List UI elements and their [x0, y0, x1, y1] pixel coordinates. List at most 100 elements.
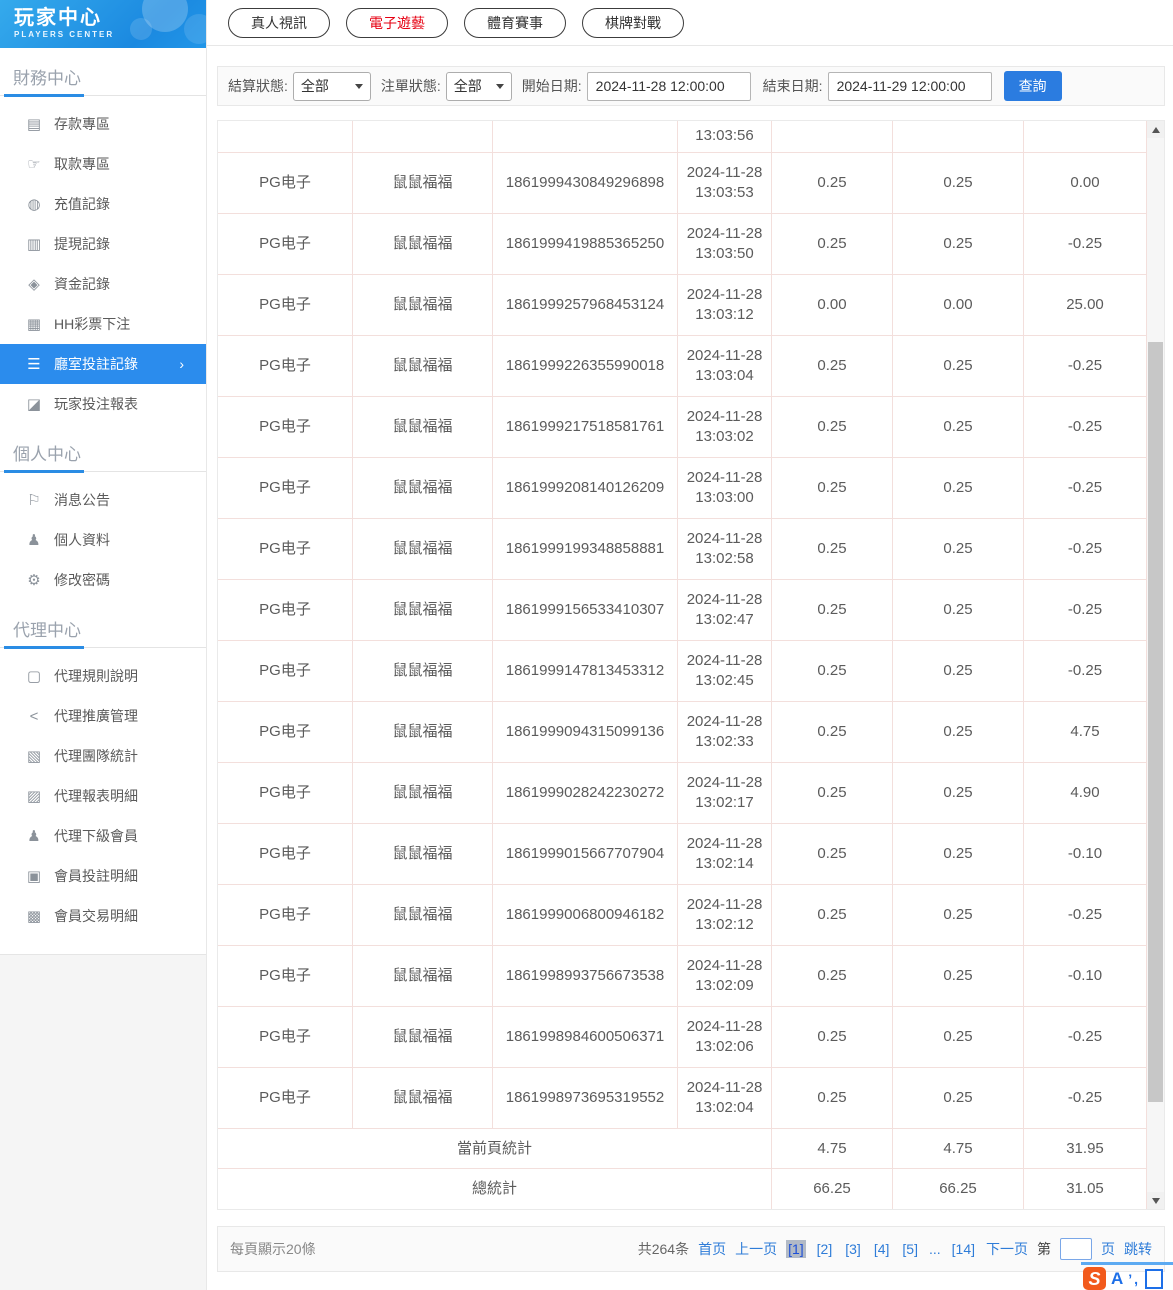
bet-time: 13:03:00: [695, 489, 754, 506]
report-detail-icon: ▨: [26, 788, 42, 805]
cell-platform: PG电子: [218, 702, 353, 763]
sidebar-item-recharge-record[interactable]: ◍ 充值記錄: [0, 184, 206, 224]
cell-profit: 4.90: [1024, 763, 1147, 824]
order-status-select[interactable]: 全部: [445, 71, 512, 101]
sidebar-item-player-bet-report[interactable]: ◪ 玩家投注報表: [0, 384, 206, 424]
sogou-ime-icon[interactable]: S: [1083, 1267, 1106, 1290]
tab-棋牌對戰[interactable]: 棋牌對戰: [582, 7, 684, 38]
cell-order-number: 1861998993756673538: [493, 946, 678, 1007]
page-jump-input[interactable]: [1060, 1238, 1092, 1260]
bell-icon: ⚐: [27, 492, 41, 509]
sidebar-item-lottery-bet[interactable]: ▦ HH彩票下注: [0, 304, 206, 344]
table-scrollbar[interactable]: [1147, 121, 1164, 1209]
sidebar-item-label: 代理下級會員: [54, 828, 138, 844]
cell-time: 2024-11-28 13:02:58: [678, 519, 772, 580]
sidebar-item-gear[interactable]: ⚙ 修改密碼: [0, 560, 206, 600]
triangle-down-icon: [1151, 1197, 1160, 1204]
cell-valid-bet: 0.25: [893, 1007, 1024, 1068]
sidebar-item-deposit[interactable]: ▤ 存款專區: [0, 104, 206, 144]
ime-panel-icon[interactable]: [1145, 1268, 1164, 1289]
start-date-input[interactable]: 2024-11-28 12:00:00: [586, 71, 751, 101]
sidebar-item-label: 會員交易明細: [54, 908, 138, 924]
settle-status-value: 全部: [300, 78, 329, 94]
sidebar-item-user[interactable]: ♟ 個人資料: [0, 520, 206, 560]
cell-time: 2024-11-28 13:03:53: [678, 153, 772, 214]
team-stats-icon: ▧: [26, 748, 42, 765]
bet-time: 13:02:33: [695, 733, 754, 750]
sidebar-item-member-bet-detail[interactable]: ▣ 會員投註明細: [0, 856, 206, 896]
page-link-current[interactable]: [1]: [786, 1240, 806, 1258]
scrollbar-up-button[interactable]: [1147, 121, 1164, 138]
sidebar-item-doc[interactable]: ▢ 代理規則說明: [0, 656, 206, 696]
sidebar-item-share[interactable]: < 代理推廣管理: [0, 696, 206, 736]
cell-profit: 0.00: [1024, 153, 1147, 214]
cell-platform: PG电子: [218, 1007, 353, 1068]
cell-empty: [772, 121, 893, 153]
page-link[interactable]: [14]: [950, 1240, 977, 1258]
tab-真人視訊[interactable]: 真人視訊: [228, 7, 330, 38]
gear-icon: ⚙: [27, 572, 41, 589]
sidebar-item-team-stats[interactable]: ▧ 代理團隊統計: [0, 736, 206, 776]
prev-page-link[interactable]: 上一页: [735, 1239, 777, 1259]
next-page-link[interactable]: 下一页: [986, 1239, 1028, 1259]
logo: 玩家中心 PLAYERS CENTER: [0, 0, 206, 48]
cell-profit: -0.25: [1024, 214, 1147, 275]
page-link[interactable]: [3]: [843, 1240, 863, 1258]
cell-time: 2024-11-28 13:02:45: [678, 641, 772, 702]
sidebar-item-funds-record[interactable]: ◈ 資金記錄: [0, 264, 206, 304]
cell-time: 2024-11-28 13:02:04: [678, 1068, 772, 1129]
tab-體育賽事[interactable]: 體育賽事: [464, 7, 566, 38]
table-row: PG电子 鼠鼠福福 1861999156533410307 2024-11-28 13:…: [218, 580, 1147, 641]
sidebar-item-members[interactable]: ♟ 代理下級會員: [0, 816, 206, 856]
cell-game: 鼠鼠福福: [353, 702, 493, 763]
jump-go-link[interactable]: 跳转: [1124, 1239, 1152, 1259]
bet-time: 13:02:14: [695, 855, 754, 872]
first-page-link[interactable]: 首页: [698, 1239, 726, 1259]
sidebar-item-withdraw-record[interactable]: ▥ 提現記錄: [0, 224, 206, 264]
query-button[interactable]: 查詢: [1003, 71, 1062, 101]
section-title: 財務中心: [13, 69, 81, 88]
sidebar-item-member-trade-detail[interactable]: ▩ 會員交易明細: [0, 896, 206, 936]
page-link[interactable]: [4]: [872, 1240, 892, 1258]
cell-bet-amount: 0.25: [772, 702, 893, 763]
chevron-down-icon: [354, 83, 363, 89]
ime-mode-letter[interactable]: A: [1111, 1269, 1123, 1289]
sidebar-item-label: 取款專區: [54, 156, 110, 172]
cell-order-number: 1861999199348858881: [493, 519, 678, 580]
cell-bet-amount: 0.25: [772, 519, 893, 580]
pagination-bar: 每頁顯示20條 共264条 首页 上一页 [1] [2] [3] [4] [5]...[…: [217, 1226, 1165, 1272]
start-date-value: 2024-11-28 12:00:00: [595, 78, 725, 94]
page-link[interactable]: [5]: [900, 1240, 920, 1258]
tab-電子遊藝[interactable]: 電子遊藝: [346, 7, 448, 38]
summary-label: 總統計: [218, 1169, 772, 1209]
end-date-value: 2024-11-29 12:00:00: [836, 78, 966, 94]
cell-platform: PG电子: [218, 275, 353, 336]
settle-status-select[interactable]: 全部: [292, 71, 371, 101]
sidebar-item-report-detail[interactable]: ▨ 代理報表明細: [0, 776, 206, 816]
sidebar-item-hall-bet-record[interactable]: ☰ 廳室投註記錄 ›: [0, 344, 206, 384]
scrollbar-thumb[interactable]: [1148, 342, 1163, 1102]
sidebar-item-label: 修改密碼: [54, 572, 110, 588]
cell-order-number: 1861999147813453312: [493, 641, 678, 702]
scrollbar-down-button[interactable]: [1147, 1192, 1164, 1209]
sidebar-item-withdraw-area[interactable]: ☞ 取款專區: [0, 144, 206, 184]
cell-platform: PG电子: [218, 1068, 353, 1129]
cell-profit: 4.75: [1024, 702, 1147, 763]
sidebar-item-bell[interactable]: ⚐ 消息公告: [0, 480, 206, 520]
cell-order-number: 1861999156533410307: [493, 580, 678, 641]
cell-order-number: 1861998973695319552: [493, 1068, 678, 1129]
page-link[interactable]: [2]: [815, 1240, 835, 1258]
member-trade-detail-icon: ▩: [26, 908, 42, 925]
sidebar-item-label: 代理報表明細: [54, 788, 138, 804]
bet-date: 2024-11-28: [686, 1079, 763, 1096]
cell-game: 鼠鼠福福: [353, 336, 493, 397]
sidebar-item-label: 存款專區: [54, 116, 110, 132]
cell-valid-bet: 0.00: [893, 275, 1024, 336]
ime-punct-icon[interactable]: ’,: [1128, 1271, 1140, 1287]
withdraw-record-icon: ▥: [26, 236, 42, 253]
table-row: PG电子 鼠鼠福福 1861998984600506371 2024-11-28 13:…: [218, 1007, 1147, 1068]
withdraw-area-icon: ☞: [27, 156, 41, 173]
cell-game: 鼠鼠福福: [353, 946, 493, 1007]
cell-order-number: 1861999430849296898: [493, 153, 678, 214]
end-date-input[interactable]: 2024-11-29 12:00:00: [827, 71, 992, 101]
